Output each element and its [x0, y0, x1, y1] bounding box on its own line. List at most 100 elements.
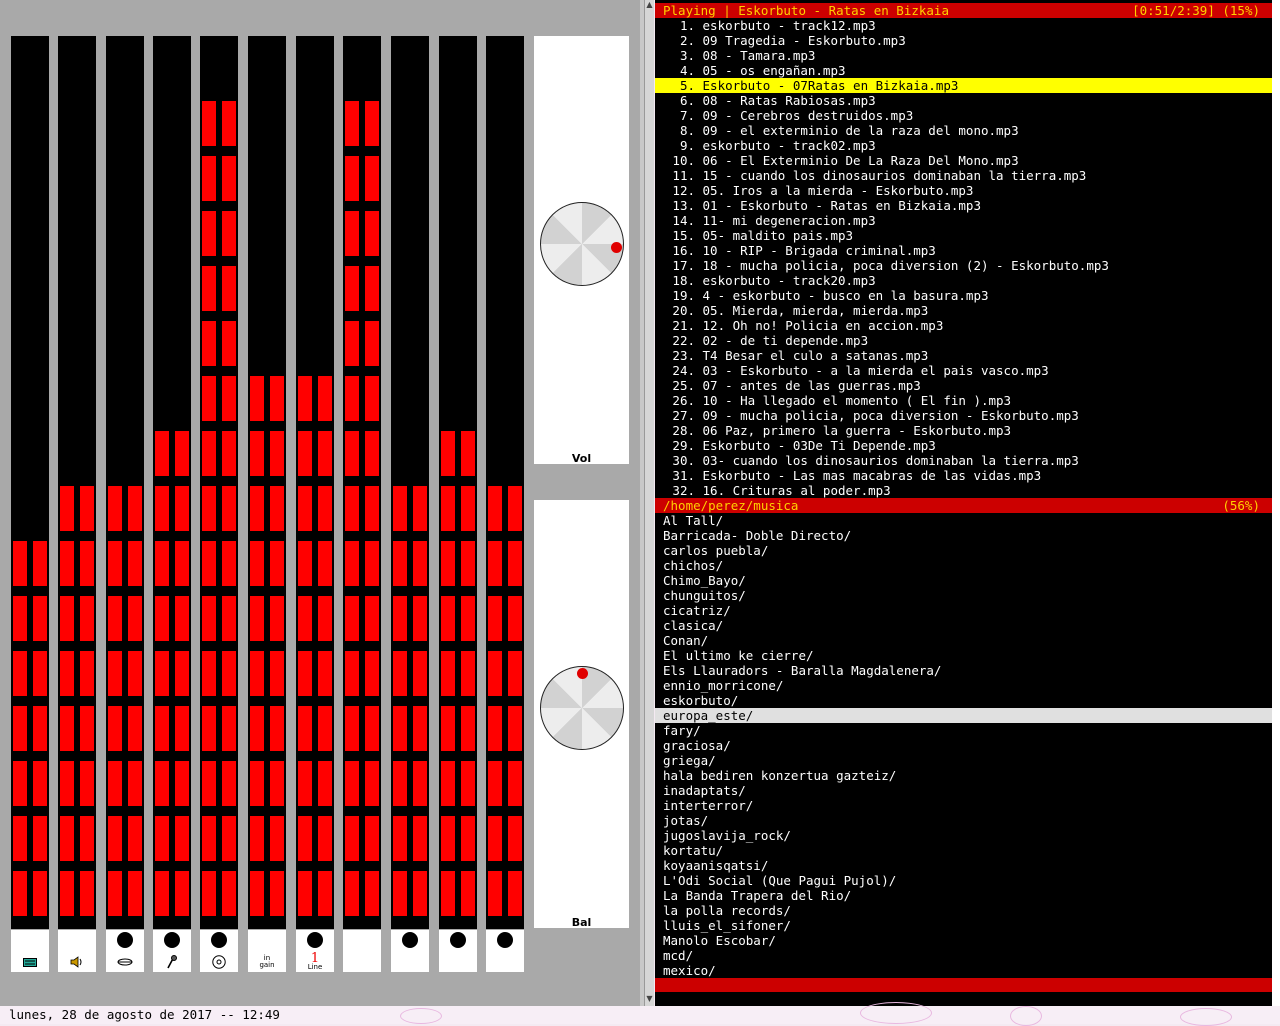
- playlist-item[interactable]: 2. 09 Tragedia - Eskorbuto.mp3: [655, 33, 1272, 48]
- level-meter[interactable]: [439, 36, 477, 929]
- record-dot-icon[interactable]: [117, 932, 133, 948]
- playlist-item[interactable]: 18. eskorbuto - track20.mp3: [655, 273, 1272, 288]
- level-meter[interactable]: [11, 36, 49, 929]
- directory-item[interactable]: chunguitos/: [655, 588, 1280, 603]
- record-dot-icon[interactable]: [402, 932, 418, 948]
- directory-item[interactable]: kortatu/: [655, 843, 1280, 858]
- playlist-item[interactable]: 4. 05 - os engañan.mp3: [655, 63, 1272, 78]
- playlist-item[interactable]: 16. 10 - RIP - Brigada criminal.mp3: [655, 243, 1272, 258]
- directory-item[interactable]: jotas/: [655, 813, 1280, 828]
- playlist-item[interactable]: 7. 09 - Cerebros destruidos.mp3: [655, 108, 1272, 123]
- channel-toggle-button[interactable]: [391, 930, 429, 972]
- directory-item[interactable]: hala bediren konzertua gazteiz/: [655, 768, 1280, 783]
- record-dot-icon[interactable]: [211, 932, 227, 948]
- directory-item[interactable]: griega/: [655, 753, 1280, 768]
- channel-toggle-button[interactable]: [200, 930, 238, 972]
- directory-item[interactable]: inadaptats/: [655, 783, 1280, 798]
- playlist-item[interactable]: 15. 05- maldito pais.mp3: [655, 228, 1272, 243]
- directory-item[interactable]: interterror/: [655, 798, 1280, 813]
- level-meter[interactable]: [486, 36, 524, 929]
- directory-item[interactable]: cicatriz/: [655, 603, 1280, 618]
- channel-toggle-button[interactable]: [153, 930, 191, 972]
- directory-item[interactable]: Els Llauradors - Baralla Magdalenera/: [655, 663, 1280, 678]
- meter-segment: [441, 596, 455, 641]
- directory-item[interactable]: El ultimo ke cierre/: [655, 648, 1280, 663]
- directory-item[interactable]: la polla records/: [655, 903, 1280, 918]
- playlist-item[interactable]: 30. 03- cuando los dinosaurios dominaban…: [655, 453, 1272, 468]
- record-dot-icon[interactable]: [497, 932, 513, 948]
- record-dot-icon[interactable]: [307, 932, 323, 948]
- directory-item[interactable]: Manolo Escobar/: [655, 933, 1280, 948]
- directory-item[interactable]: koyaanisqatsi/: [655, 858, 1280, 873]
- playlist-item[interactable]: 29. Eskorbuto - 03De Ti Depende.mp3: [655, 438, 1272, 453]
- record-dot-icon[interactable]: [164, 932, 180, 948]
- channel-toggle-button[interactable]: 1 Line: [296, 930, 334, 972]
- playlist-item[interactable]: 31. Eskorbuto - Las mas macabras de las …: [655, 468, 1272, 483]
- channel-toggle-button[interactable]: in gain: [248, 930, 286, 972]
- playlist-item[interactable]: 17. 18 - mucha policia, poca diversion (…: [655, 258, 1272, 273]
- terminal-scrollbar[interactable]: ▲ ▼: [644, 0, 654, 1006]
- playlist-item[interactable]: 12. 05. Iros a la mierda - Eskorbuto.mp3: [655, 183, 1272, 198]
- playlist-item[interactable]: 24. 03 - Eskorbuto - a la mierda el pais…: [655, 363, 1272, 378]
- channel-toggle-button[interactable]: [439, 930, 477, 972]
- playlist-item[interactable]: 9. eskorbuto - track02.mp3: [655, 138, 1272, 153]
- directory-item[interactable]: lluis_el_sifoner/: [655, 918, 1280, 933]
- playlist-item[interactable]: 10. 06 - El Exterminio De La Raza Del Mo…: [655, 153, 1272, 168]
- directory-item[interactable]: Chimo_Bayo/: [655, 573, 1280, 588]
- playlist-item[interactable]: 14. 11- mi degeneracion.mp3: [655, 213, 1272, 228]
- directory-item[interactable]: ennio_morricone/: [655, 678, 1280, 693]
- directory-item[interactable]: carlos puebla/: [655, 543, 1280, 558]
- playlist-item[interactable]: 32. 16. Crituras al poder.mp3: [655, 483, 1272, 498]
- playlist-item[interactable]: 1. eskorbuto - track12.mp3: [655, 18, 1272, 33]
- directory-item[interactable]: chichos/: [655, 558, 1280, 573]
- balance-knob[interactable]: [540, 666, 624, 750]
- directory-item[interactable]: mexico/: [655, 963, 1280, 978]
- directory-item[interactable]: La Banda Trapera del Rio/: [655, 888, 1280, 903]
- directory-item[interactable]: eskorbuto/: [655, 693, 1280, 708]
- playlist-item[interactable]: 28. 06 Paz, primero la guerra - Eskorbut…: [655, 423, 1272, 438]
- command-line-bar[interactable]: [655, 978, 1272, 992]
- channel-toggle-button[interactable]: [486, 930, 524, 972]
- level-meter[interactable]: [200, 36, 238, 929]
- playlist-item[interactable]: 8. 09 - el exterminio de la raza del mon…: [655, 123, 1272, 138]
- directory-item[interactable]: europa_este/: [655, 708, 1280, 723]
- playlist-item[interactable]: 13. 01 - Eskorbuto - Ratas en Bizkaia.mp…: [655, 198, 1272, 213]
- level-meter[interactable]: [391, 36, 429, 929]
- playlist-item[interactable]: 3. 08 - Tamara.mp3: [655, 48, 1272, 63]
- directory-item[interactable]: Conan/: [655, 633, 1280, 648]
- playlist-item[interactable]: 23. T4 Besar el culo a satanas.mp3: [655, 348, 1272, 363]
- directory-item[interactable]: L'Odi Social (Que Pagui Pujol)/: [655, 873, 1280, 888]
- playlist-item[interactable]: 25. 07 - antes de las guerras.mp3: [655, 378, 1272, 393]
- directory-item[interactable]: graciosa/: [655, 738, 1280, 753]
- scroll-down-arrow-icon[interactable]: ▼: [645, 994, 654, 1004]
- level-meter[interactable]: [58, 36, 96, 929]
- level-meter[interactable]: [343, 36, 381, 929]
- playlist-item[interactable]: 20. 05. Mierda, mierda, mierda.mp3: [655, 303, 1272, 318]
- level-meter[interactable]: [106, 36, 144, 929]
- level-meter[interactable]: [248, 36, 286, 929]
- directory-item[interactable]: fary/: [655, 723, 1280, 738]
- record-dot-icon[interactable]: [450, 932, 466, 948]
- channel-toggle-button[interactable]: [11, 930, 49, 972]
- playlist-item[interactable]: 26. 10 - Ha llegado el momento ( El fin …: [655, 393, 1272, 408]
- volume-knob[interactable]: [540, 202, 624, 286]
- playlist-item[interactable]: 22. 02 - de ti depende.mp3: [655, 333, 1272, 348]
- scroll-up-arrow-icon[interactable]: ▲: [645, 0, 654, 10]
- level-meter[interactable]: [296, 36, 334, 929]
- playlist-item[interactable]: 5. Eskorbuto - 07Ratas en Bizkaia.mp3: [655, 78, 1272, 93]
- playlist-item[interactable]: 21. 12. Oh no! Policia en accion.mp3: [655, 318, 1272, 333]
- channel-toggle-button[interactable]: [58, 930, 96, 972]
- directory-item[interactable]: Barricada- Doble Directo/: [655, 528, 1280, 543]
- playlist-item[interactable]: 19. 4 - eskorbuto - busco en la basura.m…: [655, 288, 1272, 303]
- level-meter[interactable]: [153, 36, 191, 929]
- track-number: 27.: [672, 408, 695, 423]
- playlist-item[interactable]: 11. 15 - cuando los dinosaurios dominaba…: [655, 168, 1272, 183]
- directory-item[interactable]: Al Tall/: [655, 513, 1280, 528]
- channel-toggle-button[interactable]: [343, 930, 381, 972]
- directory-item[interactable]: clasica/: [655, 618, 1280, 633]
- playlist-item[interactable]: 27. 09 - mucha policia, poca diversion -…: [655, 408, 1272, 423]
- channel-toggle-button[interactable]: [106, 930, 144, 972]
- directory-item[interactable]: jugoslavija_rock/: [655, 828, 1280, 843]
- directory-item[interactable]: mcd/: [655, 948, 1280, 963]
- playlist-item[interactable]: 6. 08 - Ratas Rabiosas.mp3: [655, 93, 1272, 108]
